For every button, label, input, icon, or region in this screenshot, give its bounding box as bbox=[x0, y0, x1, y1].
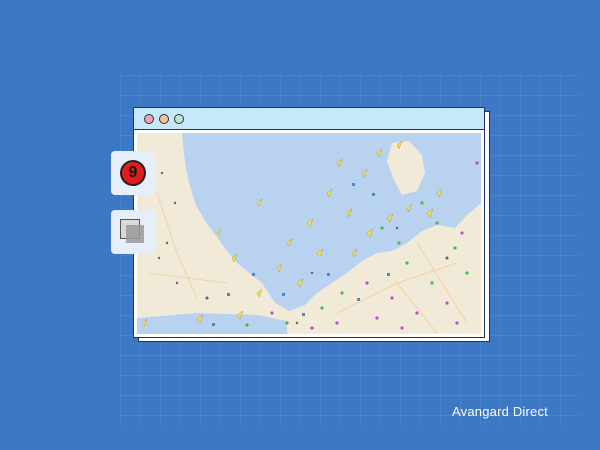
maximize-button[interactable] bbox=[174, 113, 184, 124]
notification-card[interactable]: 9 bbox=[111, 151, 155, 195]
brand-name: Avangard Direct bbox=[452, 404, 548, 419]
minimize-button[interactable] bbox=[159, 113, 169, 124]
browser-window bbox=[133, 107, 485, 338]
notification-badge[interactable]: 9 bbox=[120, 160, 146, 186]
layers-icon[interactable] bbox=[120, 219, 146, 245]
notification-count: 9 bbox=[128, 164, 138, 181]
window-titlebar bbox=[134, 108, 484, 130]
layers-card[interactable] bbox=[111, 210, 155, 254]
map-canvas bbox=[137, 133, 481, 334]
vessel-tracking-map[interactable] bbox=[137, 133, 481, 334]
close-button[interactable] bbox=[144, 113, 154, 124]
